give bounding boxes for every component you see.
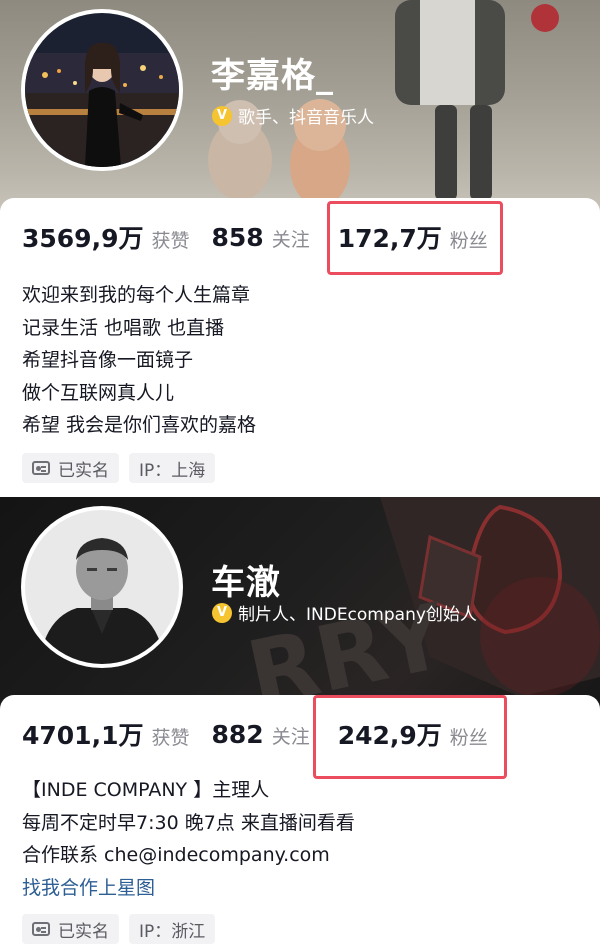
bio-line: 【INDE COMPANY 】主理人 [22, 779, 270, 801]
real-name-label: 已实名 [58, 460, 109, 481]
verified-title: 歌手、抖音音乐人 [238, 108, 374, 128]
bio-line: 每周不定时早7:30 晚7点 来直播间看看 [22, 811, 355, 834]
likes-count: 4701,1万 [22, 721, 144, 750]
following-label: 关注 [271, 228, 310, 251]
avatar-photo [25, 510, 179, 664]
v-badge-icon: V [212, 105, 232, 126]
profile-card-1: 李嘉格_ V 歌手、抖音音乐人 3569,9万 获赞 858 关注 172,7万… [0, 0, 600, 497]
profile-info-card: 4701,1万 获赞 882 关注 242,9万 粉丝 【INDE COMPAN… [0, 695, 600, 951]
bio: 欢迎来到我的每个人生篇章 记录生活 也唱歌 也直播 希望抖音像一面镜子 做个互联… [22, 279, 256, 442]
avatar-photo [25, 13, 179, 167]
ip-tag: IP：浙江 [129, 914, 216, 944]
tags-row: 已实名 IP：上海 [22, 453, 225, 483]
profile-card-2: RRY 车澈 V 制片人、INDEcompany创始人 4701,1万 获赞 8… [0, 497, 600, 951]
real-name-tag: 已实名 [22, 453, 119, 483]
ip-tag: IP：上海 [129, 453, 216, 483]
following-count: 882 [211, 719, 264, 749]
bio-line: 合作联系 che@indecompany.com [22, 844, 330, 866]
bio-line: 做个互联网真人儿 [22, 381, 175, 404]
following-label: 关注 [271, 725, 310, 748]
avatar[interactable] [21, 9, 183, 171]
verified-row: V 制片人、INDEcompany创始人 [212, 600, 477, 625]
tags-row: 已实名 IP：浙江 [22, 914, 225, 944]
ip-label: IP：浙江 [139, 921, 206, 942]
following-count: 858 [211, 222, 264, 252]
following-stat[interactable]: 882 关注 [212, 720, 310, 749]
profile-name: 李嘉格_ [211, 56, 334, 96]
bio: 【INDE COMPANY 】主理人 每周不定时早7:30 晚7点 来直播间看看… [22, 774, 355, 904]
following-stat[interactable]: 858 关注 [212, 223, 310, 252]
profile-name: 车澈 [211, 563, 281, 603]
profile-info-card: 3569,9万 获赞 858 关注 172,7万 粉丝 欢迎来到我的每个人生篇章… [0, 198, 600, 497]
likes-label: 获赞 [151, 727, 190, 749]
likes-stat: 4701,1万 获赞 [22, 716, 190, 752]
followers-highlight-box [313, 695, 507, 779]
verified-title: 制片人、INDEcompany创始人 [238, 605, 477, 625]
likes-label: 获赞 [151, 230, 190, 252]
likes-count: 3569,9万 [22, 224, 144, 253]
avatar[interactable] [21, 506, 183, 668]
real-name-label: 已实名 [58, 921, 109, 942]
likes-stat: 3569,9万 获赞 [22, 219, 190, 255]
verified-row: V 歌手、抖音音乐人 [212, 103, 374, 128]
bio-line: 希望抖音像一面镜子 [22, 349, 194, 371]
bio-line: 欢迎来到我的每个人生篇章 [22, 284, 251, 306]
id-card-icon [32, 461, 50, 475]
v-badge-icon: V [212, 602, 232, 623]
bio-line: 记录生活 也唱歌 也直播 [22, 316, 225, 339]
real-name-tag: 已实名 [22, 914, 119, 944]
followers-highlight-box [327, 201, 503, 275]
bio-line: 希望 我会是你们喜欢的嘉格 [22, 414, 257, 436]
ip-label: IP：上海 [139, 460, 206, 481]
id-card-icon [32, 922, 50, 936]
collab-link[interactable]: 找我合作上星图 [22, 872, 355, 905]
